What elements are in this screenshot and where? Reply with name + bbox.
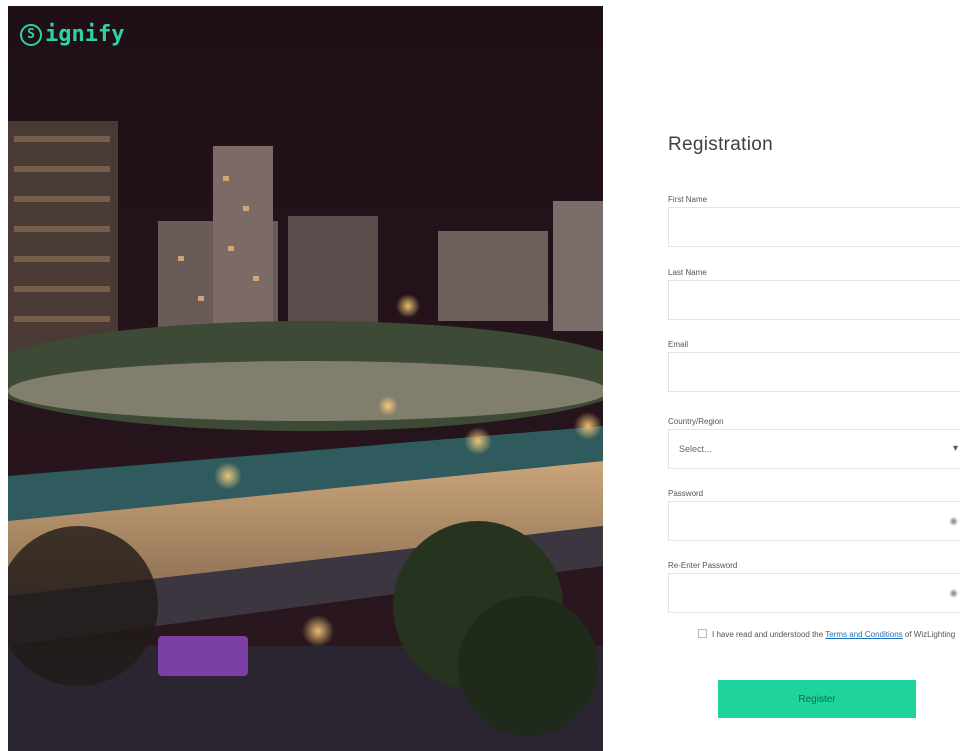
country-selected-value: Select... xyxy=(679,444,712,454)
last-name-label: Last Name xyxy=(668,268,707,277)
email-label: Email xyxy=(668,340,689,349)
eye-icon[interactable]: ◉ xyxy=(949,516,958,527)
registration-form: Registration First Name Last Name Email … xyxy=(668,0,960,751)
terms-text: I have read and understood the Terms and… xyxy=(668,628,960,641)
terms-link[interactable]: Terms and Conditions xyxy=(825,630,902,639)
logo-mark: S xyxy=(20,23,42,46)
chevron-down-icon: ▾ xyxy=(952,443,958,454)
logo-text: ignify xyxy=(45,22,125,47)
first-name-field[interactable] xyxy=(668,207,960,247)
terms-suffix: of WizLighting xyxy=(904,630,956,639)
first-name-label: First Name xyxy=(668,195,708,204)
city-night-photo xyxy=(8,6,603,751)
country-label: Country/Region xyxy=(668,417,724,426)
last-name-field[interactable] xyxy=(668,280,960,320)
signify-logo: S ignify xyxy=(20,22,124,47)
hero-image: S ignify xyxy=(8,6,603,751)
page-title: Registration xyxy=(668,134,773,155)
register-button[interactable]: Register xyxy=(718,680,916,718)
country-select[interactable]: Select... ▾ xyxy=(668,429,960,469)
reenter-password-field[interactable]: ◉ xyxy=(668,573,960,613)
reenter-password-label: Re-Enter Password xyxy=(668,561,738,570)
email-field[interactable] xyxy=(668,352,960,392)
password-label: Password xyxy=(668,489,704,498)
eye-icon[interactable]: ◉ xyxy=(949,588,958,599)
password-field[interactable]: ◉ xyxy=(668,501,960,541)
terms-prefix: I have read and understood the xyxy=(712,630,824,639)
